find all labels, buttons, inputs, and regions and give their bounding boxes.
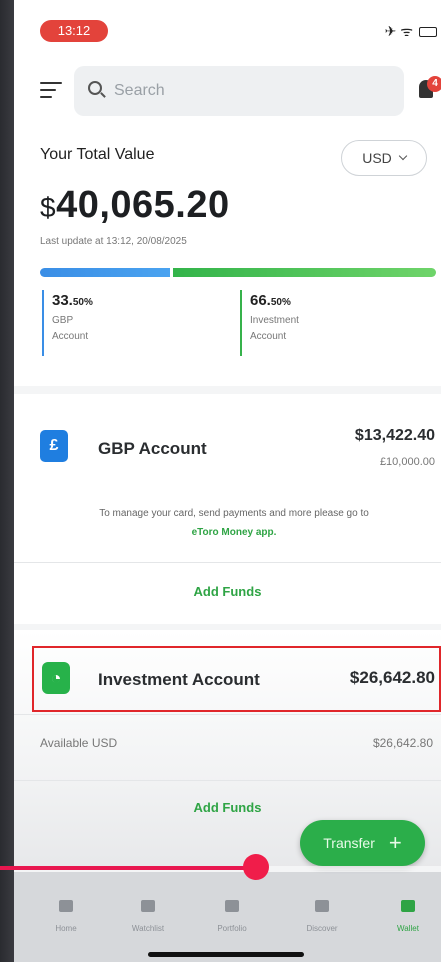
video-scrubber-fill xyxy=(0,866,256,870)
portfolio-icon xyxy=(225,900,239,912)
tab-discover[interactable]: Discover xyxy=(292,900,352,933)
search-input[interactable] xyxy=(114,80,354,102)
menu-icon[interactable] xyxy=(40,82,62,98)
chevron-down-icon xyxy=(398,151,408,161)
allocation-investment-percent: 66.50% xyxy=(250,292,291,309)
video-scrubber-handle[interactable] xyxy=(242,854,269,880)
plus-icon: + xyxy=(388,830,402,855)
currency-selected: USD xyxy=(362,150,392,166)
app-frame: 13:12 ✈ ᯤ 4 Your Total Value USD $40,065… xyxy=(0,0,441,962)
airplane-wifi-icon: ✈ ᯤ xyxy=(384,23,413,39)
divider xyxy=(14,780,441,781)
gbp-account-note: To manage your card, send payments and m… xyxy=(99,508,369,538)
allocation-gbp-label: GBP Account xyxy=(52,315,89,342)
allocation-segment-gbp xyxy=(40,268,173,277)
divider xyxy=(14,714,441,715)
search-icon xyxy=(88,81,102,95)
status-icons: ✈ ᯤ xyxy=(385,22,437,41)
notification-badge: 4 xyxy=(427,76,441,92)
currency-select[interactable]: USD xyxy=(341,140,427,176)
last-update-text: Last update at 13:12, 20/08/2025 xyxy=(40,236,187,247)
home-indicator xyxy=(148,952,304,957)
transfer-button[interactable]: Transfer + xyxy=(300,820,425,866)
status-time: 13:12 xyxy=(40,20,108,42)
window-edge xyxy=(0,0,14,962)
discover-icon xyxy=(315,900,329,912)
total-value-amount: $40,065.20 xyxy=(40,184,230,227)
total-value-card: Your Total Value USD $40,065.20 Last upd… xyxy=(14,128,441,386)
gbp-account-value-usd: $13,422.40 xyxy=(354,427,435,444)
tab-wallet[interactable]: Wallet xyxy=(378,900,438,933)
allocation-bar xyxy=(40,268,436,277)
pound-icon: £ xyxy=(40,430,68,462)
total-amount-number: 40,065.20 xyxy=(56,184,230,226)
allocation-investment-label: Investment Account xyxy=(250,315,299,342)
battery-icon xyxy=(419,26,437,37)
tab-portfolio[interactable]: Portfolio xyxy=(202,900,262,933)
gbp-account-value-local: £10,000.00 xyxy=(379,456,435,468)
gbp-account-card[interactable]: £ GBP Account $13,422.40 £10,000.00 To m… xyxy=(14,394,441,624)
top-bar: 4 xyxy=(14,58,441,128)
home-icon xyxy=(59,900,73,912)
search-box[interactable] xyxy=(74,66,404,116)
allocation-gbp-percent: 33.50% xyxy=(52,292,93,309)
gbp-account-name: GBP Account xyxy=(98,439,207,458)
available-usd-value: $26,642.80 xyxy=(372,736,433,750)
allocation-gbp: 33.50% GBP Account xyxy=(42,290,122,356)
gbp-add-funds-button[interactable]: Add Funds xyxy=(14,584,441,599)
watchlist-icon xyxy=(141,900,155,912)
wallet-icon xyxy=(401,900,415,912)
phone-screen: 13:12 ✈ ᯤ 4 Your Total Value USD $40,065… xyxy=(14,0,441,962)
status-bar: 13:12 ✈ ᯤ xyxy=(14,0,441,58)
investment-account-value: $26,642.80 xyxy=(349,668,435,687)
allocation-investment: 66.50% Investment Account xyxy=(240,290,320,356)
investment-add-funds-button[interactable]: Add Funds xyxy=(14,800,441,815)
currency-symbol: $ xyxy=(40,192,57,223)
allocation-segment-investment xyxy=(172,268,436,277)
etoro-money-link[interactable]: eToro Money app. xyxy=(192,527,277,538)
tab-watchlist[interactable]: Watchlist xyxy=(118,900,178,933)
divider xyxy=(14,562,441,563)
pie-chart-icon: ◔ xyxy=(42,662,70,694)
total-value-label: Your Total Value xyxy=(40,146,155,163)
available-usd-label: Available USD xyxy=(40,736,118,750)
tab-home[interactable]: Home xyxy=(36,900,96,933)
bottom-tab-bar: Home Watchlist Portfolio Discover Wallet xyxy=(14,872,441,962)
transfer-label: Transfer xyxy=(323,835,375,851)
investment-account-name: Investment Account xyxy=(98,670,260,689)
